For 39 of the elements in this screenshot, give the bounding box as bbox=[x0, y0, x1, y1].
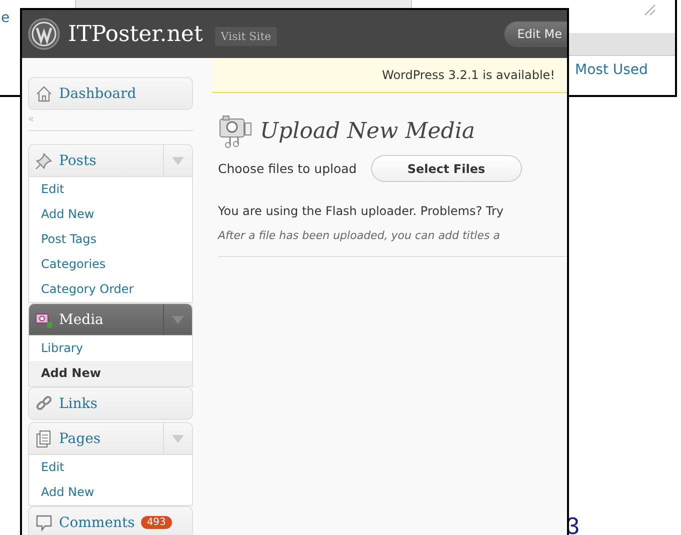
caret-icon[interactable] bbox=[172, 434, 184, 442]
upload-label: Choose files to upload bbox=[218, 161, 357, 176]
submenu-item[interactable]: Category Order bbox=[29, 277, 192, 302]
submenu-item[interactable]: Post Tags bbox=[29, 227, 192, 252]
menu-item[interactable]: Dashboard bbox=[29, 78, 192, 109]
page-title: Upload New Media bbox=[260, 118, 475, 144]
media-icon bbox=[35, 310, 53, 328]
menu-item[interactable]: Pages bbox=[29, 423, 192, 454]
resize-grip-icon[interactable] bbox=[643, 4, 657, 16]
submenu-item[interactable]: Add New bbox=[29, 202, 192, 227]
count-badge: 493 bbox=[140, 516, 172, 529]
media-upload-icon bbox=[218, 113, 254, 149]
select-files-button[interactable]: Select Files bbox=[370, 155, 522, 182]
menu-item[interactable]: Comments 493 bbox=[29, 507, 192, 535]
visit-site-button[interactable]: Visit Site bbox=[214, 26, 278, 46]
link-icon bbox=[35, 394, 53, 412]
submenu-item[interactable]: Add New bbox=[29, 361, 192, 386]
submenu-item[interactable]: Edit bbox=[29, 177, 192, 202]
most-used-tab[interactable]: Most Used bbox=[575, 62, 648, 78]
logo-icon[interactable] bbox=[28, 18, 60, 50]
edit-button[interactable]: Edit Me bbox=[504, 21, 567, 47]
link[interactable]: e bbox=[1, 10, 10, 26]
update-message: WordPress 3.2.1 is available! bbox=[382, 68, 555, 82]
caret-icon[interactable] bbox=[172, 316, 184, 324]
pin-icon bbox=[35, 152, 53, 170]
upload-hint: After a file has been uploaded, you can add titles a bbox=[218, 229, 501, 242]
menu-item[interactable]: Media bbox=[29, 304, 192, 335]
menu-item[interactable]: Posts bbox=[29, 145, 192, 176]
submenu-item[interactable]: Add New bbox=[29, 480, 192, 505]
house-icon bbox=[35, 84, 53, 102]
bubble-icon bbox=[35, 514, 53, 532]
caret-icon[interactable] bbox=[172, 156, 184, 164]
submenu-item[interactable]: Categories bbox=[29, 252, 192, 277]
submenu-item[interactable]: Edit bbox=[29, 455, 192, 480]
uploader-note: You are using the Flash uploader. Problems? Try bbox=[218, 204, 505, 218]
pages-icon bbox=[35, 430, 53, 448]
submenu-item[interactable]: Library bbox=[29, 336, 192, 361]
site-title: ITPoster.net bbox=[68, 22, 203, 46]
menu-item[interactable]: Links bbox=[29, 388, 192, 419]
